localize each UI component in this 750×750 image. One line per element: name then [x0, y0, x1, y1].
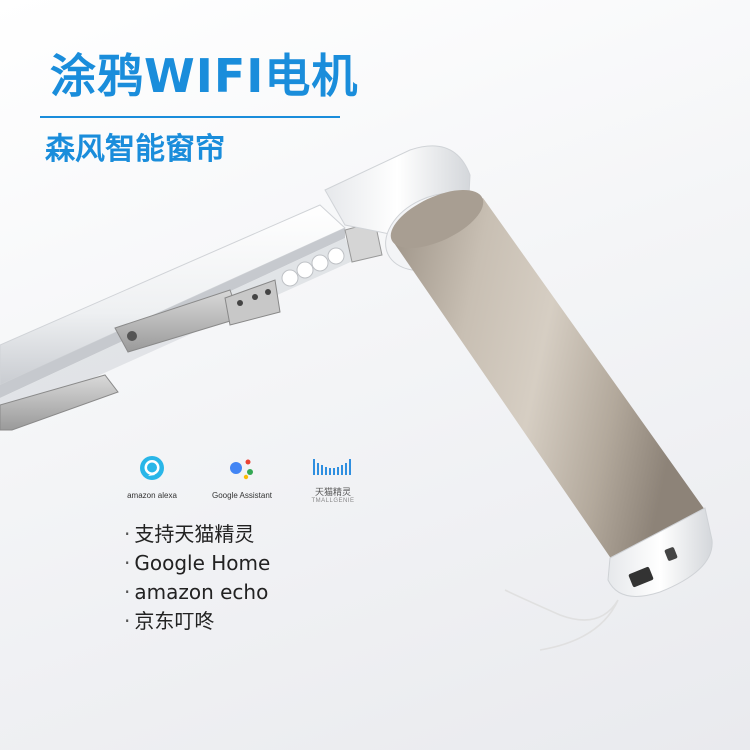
feature-text: Google Home — [134, 551, 271, 575]
feature-text: 支持天猫精灵 — [134, 522, 255, 546]
page-title: 涂鸦WIFI电机 — [50, 49, 359, 103]
tmall-genie-logo: 天猫精灵 TMALLGENIE — [285, 455, 381, 504]
motor-tube — [390, 189, 705, 560]
google-assistant-label: Google Assistant — [211, 491, 273, 500]
feature-text: amazon echo — [134, 580, 269, 604]
feature-text: 京东叮咚 — [134, 609, 215, 633]
feature-item: · amazon echo — [124, 580, 269, 604]
tmall-genie-label-cn: 天猫精灵 — [314, 488, 351, 498]
feature-item: · 支持天猫精灵 — [124, 522, 255, 546]
tmall-genie-label-en: TMALLGENIE — [311, 498, 355, 504]
alexa-label: amazon alexa — [127, 491, 177, 500]
tmall-genie-icon — [313, 459, 351, 475]
page-subtitle: 森风智能窗帘 — [45, 132, 225, 167]
alexa-icon — [140, 456, 164, 480]
title-divider — [40, 116, 340, 118]
feature-item: · 京东叮咚 — [124, 609, 215, 633]
google-assistant-logo: Google Assistant — [194, 455, 290, 500]
feature-list: · 支持天猫精灵 · Google Home · amazon echo · 京东叮咚 — [124, 520, 270, 636]
product-photo — [0, 145, 713, 651]
feature-item: · Google Home — [124, 551, 271, 575]
google-assistant-icon — [230, 459, 253, 480]
alexa-logo: amazon alexa — [104, 455, 200, 500]
power-cable — [504, 589, 619, 651]
